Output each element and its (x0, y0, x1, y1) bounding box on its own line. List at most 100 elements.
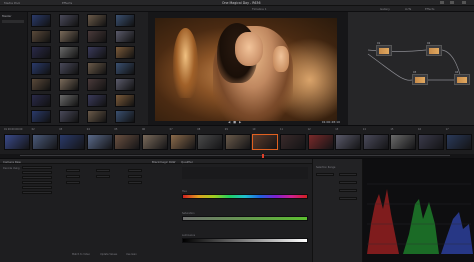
clip-thumbnail[interactable] (114, 134, 141, 150)
media-thumbnail[interactable] (87, 30, 107, 43)
param-field-2[interactable] (66, 175, 80, 178)
media-thumbnail[interactable] (31, 94, 51, 107)
media-thumbnail[interactable] (59, 14, 79, 27)
media-thumbnail[interactable] (87, 46, 107, 59)
tool-field-1[interactable] (316, 173, 334, 176)
decode-select[interactable] (22, 166, 52, 169)
clip-thumbnail[interactable] (307, 134, 334, 150)
media-thumbnail[interactable] (115, 30, 135, 43)
media-thumbnail[interactable] (87, 62, 107, 75)
tool-field-4[interactable] (339, 189, 357, 192)
clip-label: 03 (59, 128, 63, 131)
media-thumbnail[interactable] (31, 30, 51, 43)
clip-thumbnail[interactable] (224, 134, 251, 150)
clip-label: 09 (224, 128, 228, 131)
raw-field-3[interactable] (22, 181, 52, 184)
param-field-8[interactable] (128, 181, 142, 184)
window-max-icon[interactable] (450, 1, 454, 4)
selection-tools: Selection Range (312, 159, 363, 262)
tab-gallery[interactable]: Gallery (380, 7, 390, 11)
param-field-3[interactable] (66, 181, 80, 184)
tab-effects[interactable]: Effects (425, 7, 435, 11)
update-values-button[interactable]: Update Values (100, 253, 117, 256)
luminance-bar[interactable] (182, 238, 308, 243)
mini-timeline[interactable] (0, 154, 474, 158)
clip-label: 05 (114, 128, 118, 131)
media-thumbnail[interactable] (87, 14, 107, 27)
media-thumbnail[interactable] (59, 62, 79, 75)
clip-label: 08 (197, 128, 201, 131)
qualifier-panel: Hue Saturation Luminance (178, 164, 312, 262)
clip-thumbnail[interactable] (197, 134, 224, 150)
clip-label: 13 (335, 128, 339, 131)
clip-thumbnail[interactable] (142, 134, 168, 150)
media-thumbnail[interactable] (115, 78, 135, 91)
media-thumbnail[interactable] (31, 110, 51, 123)
clip-thumbnail[interactable] (169, 134, 196, 150)
clip-thumbnail[interactable] (280, 134, 306, 150)
media-thumbnail[interactable] (59, 94, 79, 107)
media-thumbnail[interactable] (31, 62, 51, 75)
node-02[interactable]: 02 (426, 42, 442, 56)
use-gain-button[interactable]: Use Gain (126, 253, 137, 256)
param-field-4[interactable] (96, 169, 110, 172)
timeline-name[interactable]: Timeline 1 (252, 7, 267, 11)
media-thumbnail[interactable] (59, 78, 79, 91)
clip-label: 11 (280, 128, 284, 131)
media-thumbnail[interactable] (59, 46, 79, 59)
raw-field-1[interactable] (22, 171, 52, 174)
media-thumbnail[interactable] (115, 110, 135, 123)
window-min-icon[interactable] (440, 1, 444, 4)
playback-controls[interactable]: ◀ ■ ▶ (228, 120, 242, 124)
param-field-7[interactable] (128, 175, 142, 178)
window-close-icon[interactable] (462, 1, 466, 4)
media-thumbnail[interactable] (59, 110, 79, 123)
luminance-label: Luminance (182, 234, 196, 237)
node-03[interactable]: 03 (412, 71, 428, 85)
media-thumbnail[interactable] (115, 46, 135, 59)
media-thumbnail[interactable] (87, 94, 107, 107)
clip-thumbnail[interactable] (252, 134, 279, 150)
media-thumbnail[interactable] (115, 62, 135, 75)
node-01[interactable]: 01 (376, 42, 392, 56)
param-field-1[interactable] (66, 169, 80, 172)
media-thumbnail[interactable] (115, 94, 135, 107)
raw-field-5[interactable] (22, 191, 52, 194)
match-video-button[interactable]: Match to Video (72, 253, 90, 256)
raw-field-4[interactable] (22, 186, 52, 189)
clip-thumbnail[interactable] (31, 134, 58, 150)
tab-luts[interactable]: LUTs (405, 7, 411, 11)
clip-thumbnail[interactable] (4, 134, 30, 150)
node-04[interactable]: 04 (454, 71, 470, 85)
clip-label: 01 00:00:00:00 (4, 128, 23, 131)
raw-field-2[interactable] (22, 176, 52, 179)
tool-field-3[interactable] (339, 181, 357, 184)
param-field-5[interactable] (96, 175, 110, 178)
media-thumbnail[interactable] (59, 30, 79, 43)
media-thumbnail[interactable] (87, 110, 107, 123)
media-thumbnail[interactable] (31, 14, 51, 27)
tool-field-2[interactable] (339, 173, 357, 176)
saturation-label: Saturation (182, 212, 195, 215)
clip-thumbnail[interactable] (86, 134, 113, 150)
menu-item-media-pool[interactable]: Media Pool (4, 1, 20, 5)
media-thumbnail[interactable] (31, 46, 51, 59)
clip-thumbnail[interactable] (59, 134, 86, 150)
clip-thumbnail[interactable] (362, 134, 389, 150)
hue-bar[interactable] (182, 194, 308, 199)
media-thumbnail[interactable] (87, 78, 107, 91)
bin-master[interactable]: Master (2, 14, 12, 18)
clip-thumbnail[interactable] (390, 134, 417, 150)
bin-item[interactable] (2, 20, 24, 23)
media-thumbnail[interactable] (31, 78, 51, 91)
clip-thumbnail[interactable] (335, 134, 362, 150)
playhead[interactable] (262, 154, 264, 158)
media-thumbnail[interactable] (115, 14, 135, 27)
waveform-trace (367, 183, 473, 254)
clip-thumbnail[interactable] (418, 134, 444, 150)
tool-field-5[interactable] (339, 197, 357, 200)
menu-item-effects[interactable]: Effects (62, 1, 72, 5)
clip-thumbnail[interactable] (445, 134, 472, 150)
param-field-6[interactable] (128, 169, 142, 172)
saturation-bar[interactable] (182, 216, 308, 221)
